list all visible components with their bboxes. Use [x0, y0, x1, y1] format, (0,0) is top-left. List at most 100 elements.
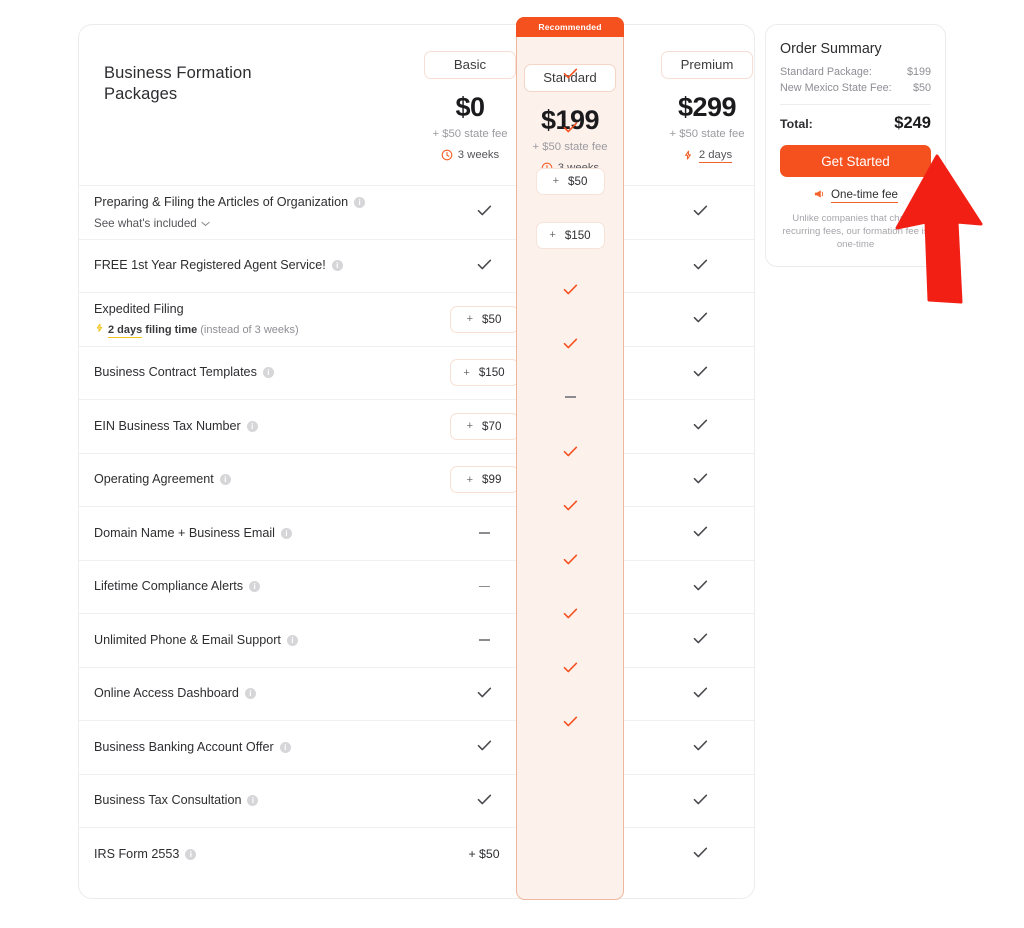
addon-plus: +	[466, 473, 474, 486]
order-total-value: $249	[894, 114, 931, 132]
feature-label: EIN Business Tax Number i	[94, 418, 422, 435]
addon-button[interactable]: + $150	[449, 359, 519, 387]
cell-standard	[517, 640, 623, 694]
plan-column-basic[interactable]: Basic $0 + $50 state fee 3 weeks	[416, 25, 524, 161]
check-icon	[693, 419, 707, 430]
feature-label-text: FREE 1st Year Registered Agent Service!	[94, 258, 326, 273]
check-icon	[563, 338, 577, 348]
pricing-header: Business Formation Packages Basic $0 + $…	[79, 25, 754, 185]
see-whats-included-link[interactable]: See what's included	[94, 217, 422, 230]
standard-column-cells: + $50 + $150	[517, 46, 623, 748]
order-summary-title: Order Summary	[780, 41, 882, 57]
table-row: Operating Agreement i + $99	[79, 452, 754, 507]
addon-button[interactable]: + $150	[535, 221, 605, 249]
feature-label-cell: EIN Business Tax Number i	[79, 418, 430, 435]
check-icon	[477, 794, 491, 805]
table-row: Online Access Dashboard i	[79, 666, 754, 721]
addon-button[interactable]: + $70	[449, 412, 519, 440]
plan-name-premium[interactable]: Premium	[661, 51, 753, 79]
cell-standard	[517, 478, 623, 532]
feature-label: Business Tax Consultation i	[94, 792, 422, 809]
check-icon	[563, 122, 577, 132]
addon-plus: +	[466, 313, 474, 326]
check-icon	[693, 740, 707, 751]
order-line-statefee: New Mexico State Fee: $50	[780, 82, 931, 94]
feature-label-text: Unlimited Phone & Email Support	[94, 632, 281, 647]
check-icon	[693, 259, 707, 270]
plan-statefee-premium: + $50 state fee	[669, 128, 745, 140]
cell-standard	[517, 694, 623, 748]
cell-premium	[646, 578, 754, 596]
check-icon	[563, 716, 577, 726]
feature-label-text: Domain Name + Business Email	[94, 525, 275, 540]
table-row: Unlimited Phone & Email Support i	[79, 613, 754, 667]
feature-label-cell: Expedited Filing 2 days filing time (inste…	[79, 301, 430, 339]
check-icon	[563, 68, 577, 78]
info-icon[interactable]: i	[262, 367, 274, 379]
info-icon[interactable]: i	[279, 741, 291, 753]
addon-price: $99	[482, 473, 502, 487]
info-icon[interactable]: i	[249, 581, 261, 593]
plan-turnaround-label-basic: 3 weeks	[457, 149, 500, 161]
order-line-statefee-value: $50	[912, 82, 931, 94]
info-icon[interactable]: i	[219, 474, 231, 486]
cell-premium	[646, 631, 754, 649]
order-line-package-value: $199	[906, 66, 931, 78]
check-icon	[477, 259, 491, 270]
recommended-badge: Recommended	[516, 17, 624, 37]
table-row: Business Tax Consultation i	[79, 773, 754, 828]
plan-price-premium: $299	[677, 92, 737, 122]
addon-button[interactable]: + $99	[449, 466, 519, 494]
feature-label-cell: Preparing & Filing the Articles of Organ…	[79, 194, 430, 230]
plan-column-premium[interactable]: Premium $299 + $50 state fee 2 days	[653, 25, 761, 163]
addon-button[interactable]: + $50	[449, 305, 519, 333]
not-included-dash	[478, 532, 490, 534]
feature-subnote-bold: 2 days filing time	[108, 324, 198, 339]
info-icon[interactable]: i	[286, 634, 298, 646]
feature-label: Operating Agreement i	[94, 471, 422, 488]
feature-label-text: Business Contract Templates	[94, 365, 257, 380]
info-icon[interactable]: i	[247, 795, 259, 807]
clock-icon	[441, 149, 453, 161]
feature-label-text: EIN Business Tax Number	[94, 418, 241, 433]
info-icon[interactable]: i	[244, 688, 256, 700]
info-icon[interactable]: i	[354, 197, 366, 209]
chevron-down-icon	[201, 221, 210, 226]
info-icon[interactable]: i	[246, 420, 258, 432]
check-icon	[563, 284, 577, 294]
cell-premium	[646, 417, 754, 435]
table-row: Preparing & Filing the Articles of Organ…	[79, 185, 754, 239]
table-row: Business Contract Templates i + $150	[79, 345, 754, 400]
check-icon	[693, 580, 707, 591]
check-icon	[477, 740, 491, 751]
plan-turnaround-basic: 3 weeks	[416, 149, 524, 161]
lightning-icon	[682, 150, 694, 162]
info-icon[interactable]: i	[280, 527, 292, 539]
check-icon	[693, 366, 707, 377]
feature-label: Unlimited Phone & Email Support i	[94, 632, 422, 649]
check-icon	[693, 847, 707, 858]
feature-label: Preparing & Filing the Articles of Organ…	[94, 194, 422, 211]
cell-premium	[646, 310, 754, 328]
addon-button[interactable]: + $50	[535, 167, 605, 195]
check-icon	[693, 794, 707, 805]
check-icon	[563, 500, 577, 510]
table-row: Lifetime Compliance Alerts i	[79, 559, 754, 614]
table-row: Expedited Filing 2 days filing time (inste…	[79, 292, 754, 346]
check-icon	[693, 205, 707, 216]
page-title-line2: Packages	[104, 85, 178, 103]
info-icon[interactable]: i	[331, 260, 343, 272]
info-icon[interactable]: i	[185, 848, 197, 860]
plan-column-standard[interactable]: Recommended Standard $199 + $50 state fe…	[516, 17, 624, 900]
feature-label-cell: IRS Form 2553 i	[79, 846, 430, 863]
not-included-dash	[478, 585, 490, 588]
cell-premium	[646, 845, 754, 863]
addon-price: $50	[568, 174, 588, 188]
check-icon	[477, 687, 491, 698]
feature-label-cell: Domain Name + Business Email i	[79, 525, 430, 542]
feature-rows: Preparing & Filing the Articles of Organ…	[79, 185, 754, 881]
cell-standard	[517, 46, 623, 100]
plan-name-basic[interactable]: Basic	[424, 51, 516, 79]
addon-plus: +	[463, 366, 470, 379]
check-icon	[693, 312, 707, 323]
